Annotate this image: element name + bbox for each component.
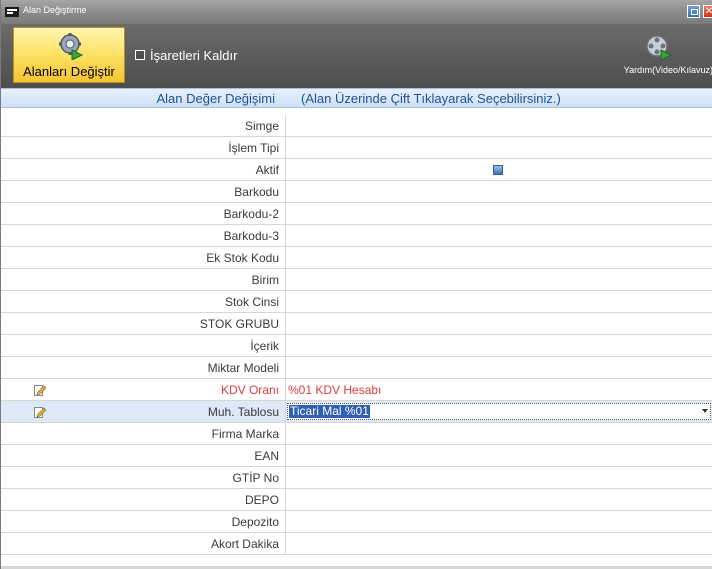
field-name: Firma Marka [211, 427, 279, 441]
table-row[interactable]: EAN [1, 445, 712, 467]
help-button[interactable]: Yardım(Video/Kılavuz) [605, 30, 712, 80]
field-name: DEPO [244, 493, 279, 507]
table-row[interactable]: Aktif [1, 159, 712, 181]
field-name: Muh. Tablosu [207, 405, 279, 419]
table-row[interactable]: Ek Stok Kodu [1, 247, 712, 269]
table-row[interactable]: Barkodu-2 [1, 203, 712, 225]
main-window: Alan Değiştirme ✕ Alanları Değiştir İşar… [0, 0, 712, 569]
field-name: Ek Stok Kodu [206, 251, 279, 265]
header-hint: (Alan Üzerinde Çift Tıklayarak Seçebilir… [301, 91, 561, 106]
table-row[interactable]: Miktar Modeli [1, 357, 712, 379]
field-name: Simge [244, 119, 279, 133]
field-name: Stok Cinsi [224, 295, 279, 309]
table-row[interactable]: KDV Oranı %01 KDV Hesabı [1, 379, 712, 401]
help-label: Yardım(Video/Kılavuz) [623, 65, 712, 75]
table-row[interactable]: Barkodu [1, 181, 712, 203]
field-name: Akort Dakika [210, 537, 279, 551]
window-title: Alan Değiştirme [23, 5, 87, 15]
close-button[interactable]: ✕ [703, 5, 712, 18]
field-name: EAN [254, 449, 279, 463]
field-name: Birim [251, 273, 279, 287]
table-row[interactable]: Barkodu-3 [1, 225, 712, 247]
field-name: İçerik [250, 339, 279, 353]
dropdown-selected-value: Ticari Mal %01 [289, 404, 370, 418]
change-fields-label: Alanları Değiştir [23, 64, 115, 79]
field-name: Barkodu-3 [223, 229, 279, 243]
change-fields-button[interactable]: Alanları Değiştir [13, 27, 125, 83]
table-row[interactable]: İçerik [1, 335, 712, 357]
table-row[interactable]: Muh. Tablosu Ticari Mal %01 [1, 401, 712, 423]
header-field-title: Alan Değer Değişimi [156, 91, 276, 106]
video-icon [646, 35, 673, 61]
table-row[interactable]: Firma Marka [1, 423, 712, 445]
field-name: Barkodu-2 [223, 207, 279, 221]
field-name: STOK GRUBU [199, 317, 279, 331]
table-row[interactable]: Birim [1, 269, 712, 291]
ledger-table-dropdown[interactable]: Ticari Mal %01 [287, 403, 711, 420]
table-row[interactable]: DEPO [1, 489, 712, 511]
grid-header: Alan Değer Değişimi (Alan Üzerinde Çift … [1, 88, 712, 108]
table-row[interactable]: Depozito [1, 511, 712, 533]
field-name: Barkodu [234, 185, 279, 199]
chevron-down-icon[interactable] [702, 409, 708, 413]
restore-button[interactable] [687, 5, 700, 18]
table-row[interactable]: GTİP No [1, 467, 712, 489]
field-name: KDV Oranı [220, 383, 279, 397]
table-row[interactable]: STOK GRUBU [1, 313, 712, 335]
field-name: GTİP No [232, 471, 279, 485]
active-checkbox[interactable] [493, 165, 503, 175]
table-row[interactable]: Stok Cinsi [1, 291, 712, 313]
app-icon [5, 7, 19, 17]
title-bar: Alan Değiştirme ✕ [1, 0, 712, 24]
field-name: Depozito [231, 515, 279, 529]
table-row[interactable]: Akort Dakika [1, 533, 712, 555]
field-name: Miktar Modeli [207, 361, 279, 375]
clear-marks-label: İşaretleri Kaldır [150, 48, 238, 63]
field-name: İşlem Tipi [228, 141, 279, 155]
field-value[interactable]: %01 KDV Hesabı [288, 383, 381, 397]
table-row[interactable]: Simge [1, 115, 712, 137]
gear-icon [59, 33, 84, 60]
table-row[interactable]: İşlem Tipi [1, 137, 712, 159]
clear-marks-checkbox[interactable] [135, 50, 145, 60]
field-name: Aktif [255, 163, 279, 177]
